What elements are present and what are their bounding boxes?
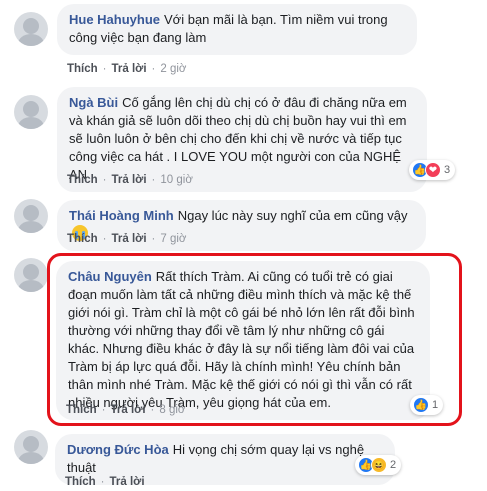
like-link[interactable]: Thích [67,63,98,75]
comment-text: Ngay lúc này suy nghĩ của em cũng vậy [177,208,408,223]
comment-text: Cố gắng lên chị dù chị có ở đâu đi chăng… [69,95,407,182]
avatar[interactable] [14,430,48,464]
like-link[interactable]: Thích [67,233,98,245]
avatar[interactable] [14,95,48,129]
avatar[interactable] [14,258,48,292]
timestamp[interactable]: 10 giờ [160,174,192,186]
commenter-name[interactable]: Thái Hoàng Minh [69,208,174,223]
haha-reaction-icon: 😆 [371,457,387,473]
highlight-frame [47,253,462,426]
reply-link[interactable]: Trả lời [112,63,147,75]
reaction-count: 2 [390,459,397,471]
comment-actions: Thích · Trả lời · 2 giờ [67,63,187,75]
reply-link[interactable]: Trả lời [110,476,145,488]
commenter-name[interactable]: Hue Hahuyhue [69,12,160,27]
timestamp[interactable]: 2 giờ [160,63,186,75]
reaction-summary[interactable]: 👍 ❤ 3 [409,160,456,180]
reaction-count: 3 [444,164,451,176]
timestamp[interactable]: 7 giờ [160,233,186,245]
like-link[interactable]: Thích [67,174,98,186]
reply-link[interactable]: Trả lời [112,233,147,245]
like-link[interactable]: Thích [65,476,96,488]
love-reaction-icon: ❤ [425,162,441,178]
comment-actions: Thích · Trả lời [65,476,145,488]
commenter-name[interactable]: Dương Đức Hòa [67,442,169,457]
reply-link[interactable]: Trả lời [112,174,147,186]
comment-actions: Thích · Trả lời · 7 giờ [67,233,187,245]
avatar[interactable] [14,12,48,46]
avatar[interactable] [14,199,48,233]
comment-actions: Thích · Trả lời · 10 giờ [67,174,193,186]
commenter-name[interactable]: Ngà Bùi [69,95,118,110]
comment-bubble: Hue Hahuyhue Với bạn mãi là bạn. Tìm niềm… [57,4,417,55]
reaction-summary[interactable]: 👍 😆 2 [355,455,402,475]
